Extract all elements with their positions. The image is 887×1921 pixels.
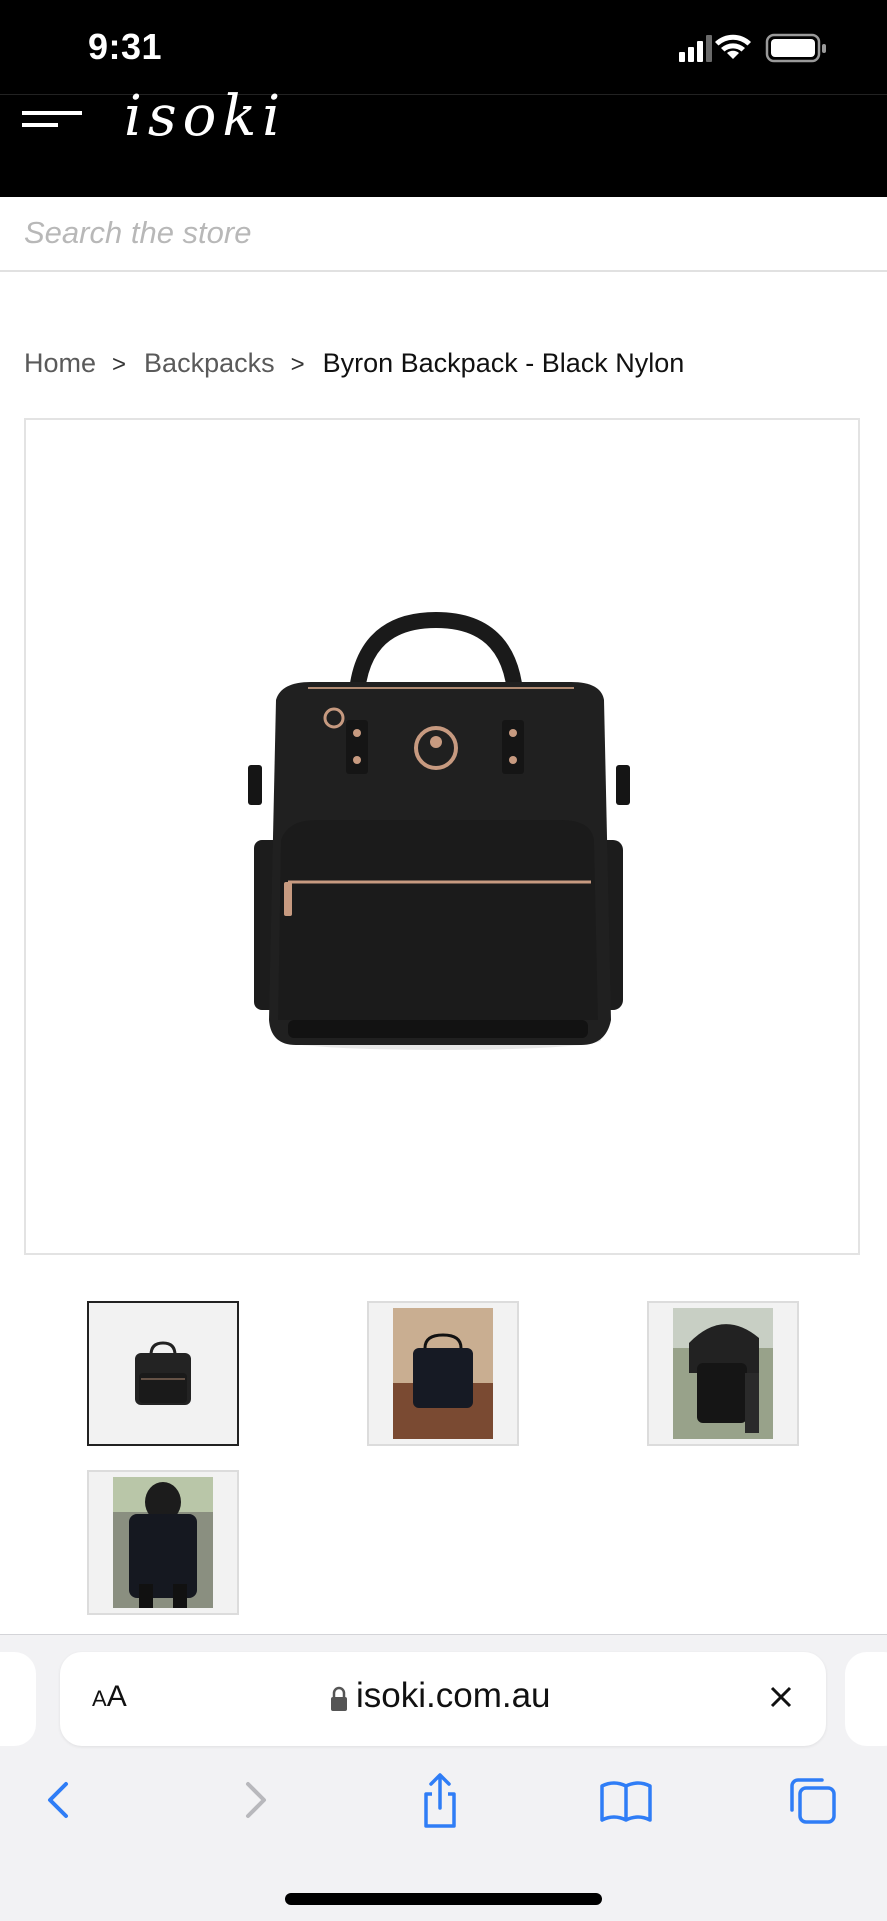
breadcrumb-home[interactable]: Home: [24, 348, 96, 378]
store-header: isoki: [0, 89, 887, 198]
backpack-image: [248, 611, 630, 1050]
signal-icon: [679, 35, 712, 62]
hamburger-menu-icon[interactable]: [22, 103, 84, 133]
breadcrumb-backpacks[interactable]: Backpacks: [144, 348, 275, 378]
text-size-button[interactable]: AA: [92, 1680, 127, 1714]
status-icons: [679, 33, 826, 63]
address-bar[interactable]: AA isoki.com.au: [60, 1652, 826, 1746]
thumb-backpack-worn: [89, 1472, 237, 1613]
back-icon[interactable]: [30, 1768, 90, 1832]
thumb-backpack-on-stroller: [649, 1303, 797, 1444]
wifi-icon: [715, 34, 751, 59]
forward-icon[interactable]: [224, 1768, 284, 1832]
share-icon[interactable]: [410, 1768, 470, 1832]
close-icon[interactable]: [766, 1682, 796, 1712]
thumbnail-4[interactable]: [87, 1470, 239, 1615]
breadcrumb: Home > Backpacks > Byron Backpack - Black Ny…: [24, 348, 684, 379]
thumbnail-2[interactable]: [367, 1301, 519, 1446]
store-logo[interactable]: isoki: [124, 89, 286, 145]
search-input[interactable]: [24, 211, 854, 255]
thumbnail-3[interactable]: [647, 1301, 799, 1446]
lock-icon: [331, 1686, 347, 1711]
search-bar: [0, 197, 887, 272]
home-indicator[interactable]: [285, 1893, 602, 1905]
breadcrumb-separator: >: [112, 351, 127, 378]
next-tab-preview[interactable]: [845, 1652, 887, 1746]
thumb-backpack-on-deck: [369, 1303, 517, 1444]
tabs-icon[interactable]: [782, 1768, 842, 1832]
bookmarks-icon[interactable]: [596, 1768, 656, 1832]
url-text: isoki.com.au: [356, 1676, 551, 1715]
status-time: 9:31: [88, 26, 163, 67]
previous-tab-preview[interactable]: [0, 1652, 36, 1746]
thumbnail-1[interactable]: [87, 1301, 239, 1446]
status-bar: 9:31: [0, 0, 887, 94]
thumb-backpack-studio: [89, 1303, 237, 1444]
product-main-image[interactable]: [24, 418, 860, 1255]
breadcrumb-separator: >: [290, 351, 305, 378]
battery-icon: [765, 33, 826, 63]
breadcrumb-current: Byron Backpack - Black Nylon: [322, 348, 685, 378]
